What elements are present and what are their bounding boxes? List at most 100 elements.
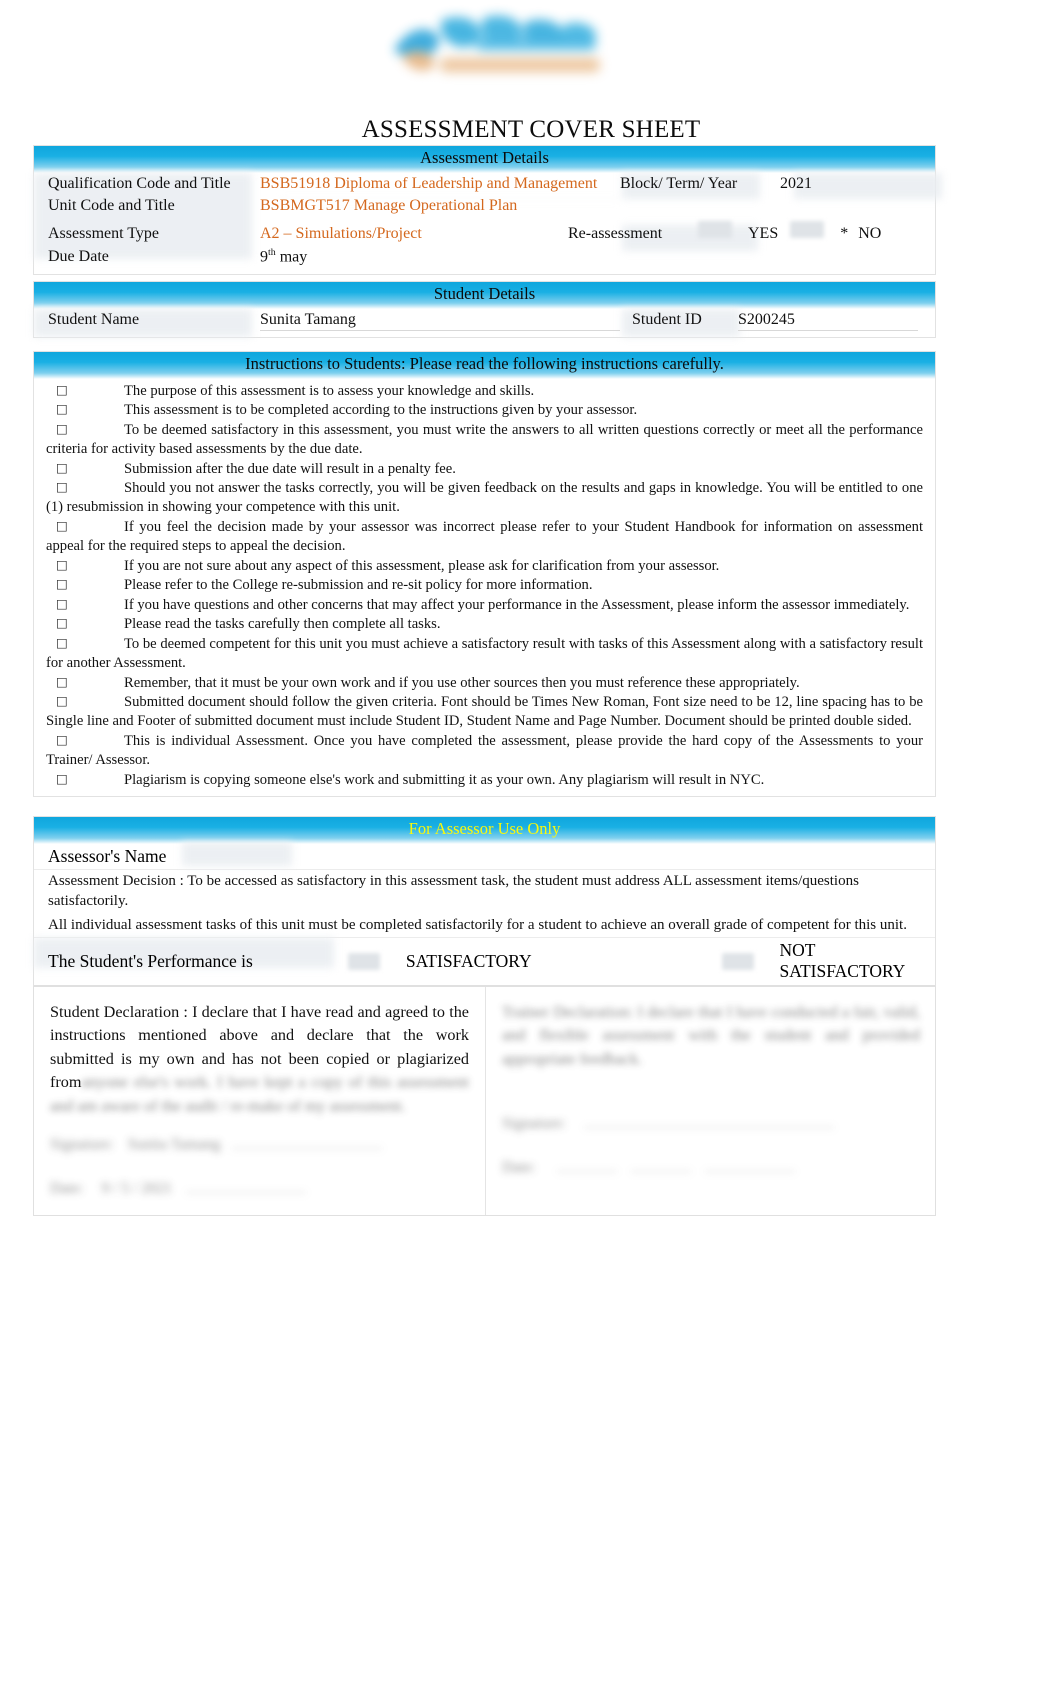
row-qualification: Qualification Code and Title BSB51918 Di… [34,173,935,196]
instruction-text: This is individual Assessment. Once you … [46,733,923,769]
student-declaration-body-obscured: anyone else's work. I have kept a copy o… [50,1073,469,1115]
instruction-text: This assessment is to be completed accor… [124,402,638,419]
trainer-signature-row: Signature: [502,1115,920,1133]
instruction-text: If you are not sure about any aspect of … [124,557,720,574]
bullet-icon: □ [56,556,68,572]
row-unit: Unit Code and Title BSBMGT517 Manage Ope… [34,195,935,218]
bullet-icon: □ [56,576,68,592]
performance-label: The Student's Performance is [48,950,253,971]
page-title: ASSESSMENT COVER SHEET [361,116,701,143]
row-assessment-type: Assessment Type A2 – Simulations/Project… [34,218,935,246]
block-term-year-label: Block/ Term/ Year [620,174,738,192]
bullet-icon: □ [56,479,68,495]
bullet-icon: □ [56,693,68,709]
student-signature-label: Signature: [50,1136,114,1154]
instruction-text: If you have questions and other concerns… [124,596,910,613]
trainer-declaration-text: Trainer Declaration: I declare that I ha… [502,1001,920,1071]
trainer-date-rule-3 [705,1171,796,1173]
instruction-item: □ Plagiarism is copying someone else's wo… [46,771,923,790]
student-details-table: Student Details Student Name Sunita Tama… [33,281,936,339]
instruction-item: □ If you feel the decision made by your a… [46,518,923,556]
student-declaration-column: Student Declaration : I declare that I h… [34,987,485,1215]
assessment-type-label: Assessment Type [48,225,160,243]
student-name-value[interactable]: Sunita Tamang [260,310,620,332]
due-date-ordinal: th [268,247,276,259]
reassessment-no-checkbox[interactable] [790,221,825,239]
reassessment-label: Re-assessment [568,225,663,243]
instruction-text: Please refer to the College re-submissio… [124,577,593,594]
student-date-rule [185,1192,306,1194]
instruction-item: □ Submitted document should follow the gi… [46,693,923,731]
instruction-text: If you feel the decision made by your as… [46,518,923,554]
declaration-block: Student Declaration : I declare that I h… [33,986,936,1216]
unit-label: Unit Code and Title [48,197,175,215]
student-date-value: 9 / 5 / 2021 [101,1180,173,1198]
assessment-decision-paragraph-1: Assessment Decision : To be accessed as … [48,872,859,909]
assessor-name-label: Assessor's Name [48,845,167,866]
instruction-text: Submission after the due date will resul… [124,460,456,477]
instruction-text: The purpose of this assessment is to ass… [124,382,535,399]
student-date-row: Date: 9 / 5 / 2021 [50,1180,469,1198]
instruction-item: □ Please read the tasks carefully then co… [46,615,923,634]
instruction-item: □ Remember, that it must be your own work… [46,674,923,693]
reassessment-yes-checkbox[interactable] [698,221,732,239]
instruction-item: □ This is individual Assessment. Once you… [46,732,923,770]
assessment-type-value: A2 – Simulations/Project [260,225,422,243]
reassessment-no-label: NO [858,225,882,243]
student-details-band: Student Details [34,282,935,309]
student-signature-row: Signature: Sunita Tamang [50,1136,469,1154]
student-signature-rule [232,1148,383,1150]
bullet-icon: □ [56,381,68,397]
instruction-text: Remember, that it must be your own work … [124,674,800,691]
bullet-icon: □ [56,517,68,533]
satisfactory-label: SATISFACTORY [405,950,532,971]
assessment-cover-sheet-page: ASSESSMENT COVER SHEET Assessment Detail… [0,0,1062,1691]
satisfactory-checkbox[interactable] [348,952,380,970]
instructions-table: Instructions to Students: Please read th… [33,351,936,797]
instruction-text: Submitted document should follow the giv… [46,694,923,730]
due-date-value: 9th may [260,247,308,266]
instruction-item: □ The purpose of this assessment is to as… [46,382,923,401]
instruction-item: □ If you have questions and other concern… [46,596,923,615]
college-logo [380,4,612,96]
instruction-text: To be deemed competent for this unit you… [46,636,923,672]
student-id-value[interactable]: S200245 [738,310,918,332]
instruction-item: □ If you are not sure about any aspect of… [46,557,923,576]
student-declaration-text: Student Declaration : I declare that I h… [50,1001,469,1118]
assessor-use-table: For Assessor Use Only Assessor's Name As… [33,816,936,988]
assessment-decision-paragraph-2: All individual assessment tasks of this … [48,916,907,933]
bullet-icon: □ [56,401,68,417]
instruction-item: □ Submission after the due date will resu… [46,460,923,479]
assessor-use-band: For Assessor Use Only [34,817,935,844]
bullet-icon: □ [56,635,68,651]
bullet-icon: □ [56,420,68,436]
unit-value: BSBMGT517 Manage Operational Plan [260,197,518,215]
bullet-icon: □ [56,459,68,475]
qualification-label: Qualification Code and Title [48,174,231,192]
instruction-item: □ This assessment is to be completed acco… [46,401,923,420]
student-date-label: Date: [50,1180,84,1198]
student-declaration-heading: Student Declaration : [50,1003,188,1021]
row-student: Student Name Sunita Tamang Student ID S2… [34,309,935,338]
due-date-label: Due Date [48,248,109,266]
student-id-label: Student ID [632,310,702,328]
assessment-details-band: Assessment Details [34,146,935,173]
block-term-year-value: 2021 [780,174,812,192]
student-name-label: Student Name [48,310,140,328]
trainer-declaration-column: Trainer Declaration: I declare that I ha… [485,987,936,1215]
reassessment-star: * [840,225,849,243]
trainer-date-row: Date: [502,1159,920,1177]
bullet-icon: □ [56,595,68,611]
row-due-date: Due Date 9th may [34,246,935,274]
instruction-item: □ To be deemed competent for this unit yo… [46,635,923,673]
instruction-item: □ Please refer to the College re-submissi… [46,576,923,595]
instruction-item: □ To be deemed satisfactory in this asses… [46,421,923,459]
instruction-text: Should you not answer the tasks correctl… [46,480,923,516]
not-satisfactory-checkbox[interactable] [721,952,754,970]
student-performance-row: The Student's Performance is SATISFACTOR… [34,937,935,987]
trainer-declaration-heading: Trainer Declaration: [502,1003,634,1021]
trainer-date-rule-1 [557,1171,618,1173]
trainer-signature-label: Signature: [502,1115,566,1133]
student-signature-value: Sunita Tamang [127,1136,221,1154]
instruction-item: □ Should you not answer the tasks correct… [46,479,923,517]
